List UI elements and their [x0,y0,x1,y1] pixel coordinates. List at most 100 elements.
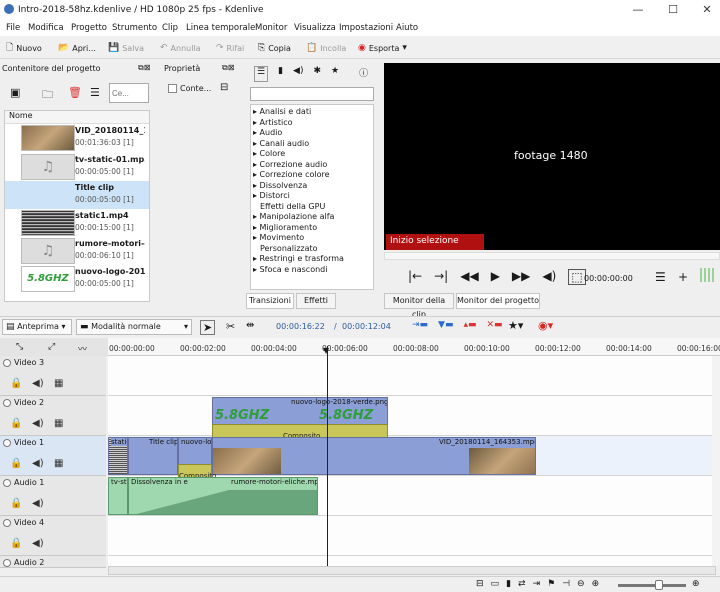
effect-category[interactable]: ▸ Movimento [253,233,304,242]
delete-icon[interactable]: 🗑 [68,86,82,99]
video-icon[interactable]: ▮ [278,66,283,82]
info-icon[interactable]: ⓘ [359,66,368,82]
effect-category[interactable]: ▸ Manipolazione alfa [253,212,334,221]
new-button[interactable]: 🗋 Nuovo [6,41,42,55]
view-mode-icon[interactable]: ▣ [10,86,20,99]
menu-progetto[interactable]: Progetto [71,23,107,33]
effect-category[interactable]: ▸ Analisi e dati [253,107,311,116]
select-tool-icon[interactable]: ➤ [200,320,216,335]
mute-icon[interactable]: ◀) [32,458,44,469]
lift-icon[interactable]: ✕▬ [487,320,503,330]
clip-vid[interactable]: VID_20180114_164353.mp4 [212,437,536,475]
track-active-toggle[interactable] [3,439,11,447]
zoom-out-icon[interactable]: ⊖ [577,579,585,589]
split-icon[interactable]: ⇥ [533,579,541,589]
clip-rumore-audio[interactable]: Dissolvenza in e rumore-motori-eliche.mp… [128,477,318,515]
render-button[interactable]: ◉ Esporta ▾ [358,41,407,55]
add-clip-icon[interactable]: 🗀 [42,86,53,105]
zoom-slider-handle[interactable] [655,580,663,590]
timeline-position[interactable]: 00:00:16:22 [276,322,325,331]
monitor-ruler[interactable] [384,252,720,260]
zoom-icon[interactable]: ⊕ [592,579,600,589]
properties-checkbox[interactable] [168,84,177,93]
bin-search-input[interactable] [109,83,149,103]
minimize-button[interactable]: — [628,3,648,17]
razor-tool-icon[interactable]: ✂ [226,320,235,333]
menu-linea-temporale[interactable]: Linea temporale [186,23,255,33]
track-header[interactable]: Video 4 🔒 ◀) [0,516,106,556]
tab-effects[interactable]: Effetti [296,293,336,309]
menu-clip[interactable]: Clip [162,23,178,33]
effects-search-input[interactable] [250,87,374,101]
track-active-toggle[interactable] [3,479,11,487]
track-header[interactable]: Video 2 🔒 ◀) ▦ [0,396,106,436]
set-zone-out-icon[interactable]: →| [434,269,448,285]
audio-thumbs-icon[interactable]: 〰 [78,342,87,355]
effect-category[interactable]: ▸ Audio [253,128,282,137]
copy-button[interactable]: ⎘ Copia [258,41,291,55]
tab-project-monitor[interactable]: Monitor del progetto [456,293,540,309]
list-item[interactable]: ♫ tv-static-01.mp3 00:00:05:00 [1] [7,153,145,181]
effect-category[interactable]: ▸ Correzione colore [253,170,330,179]
column-header[interactable]: Nome [5,111,149,124]
list-item[interactable]: ♫ rumore-motori-eliche...00:00:06:10 [1] [7,237,145,265]
menu-icon[interactable]: ☰ [90,86,100,99]
list-item[interactable]: VID_20180114_1...00:01:36:03 [1] [7,124,145,152]
menu-visualizza[interactable]: Visualizza [294,23,336,33]
effect-category[interactable]: ▸ Sfoca e nascondi [253,265,327,274]
track-header[interactable]: Audio 1 🔒 ◀) [0,476,106,516]
extract-icon[interactable]: ▴▬ [463,320,476,330]
clip-title[interactable]: Title clip [128,437,178,475]
forward-icon[interactable]: ▶▶ [512,269,530,285]
menu-monitor[interactable]: Monitor [255,23,287,33]
mute-icon[interactable]: ◀) [32,378,44,389]
monitor-screen[interactable]: footage 1480 Inizio selezione [384,63,720,250]
rewind-icon[interactable]: ◀◀ [460,269,478,285]
effect-category[interactable]: ▸ Canali audio [253,139,309,148]
menu-modifica[interactable]: Modifica [28,23,64,33]
tab-clip-monitor[interactable]: Monitor della clip [384,293,454,319]
effect-category[interactable]: ▸ Artistico [253,118,293,127]
track-header[interactable]: Audio 2 [0,556,106,568]
insert-icon[interactable]: ⇥▬ [412,320,428,330]
mixer-icon[interactable]: ▭ [491,579,500,589]
lock-icon[interactable]: 🔒 [10,538,22,549]
fit-zoom-icon[interactable]: ⤡ [16,342,23,352]
playhead-marker-icon[interactable]: ▼ [323,346,329,355]
zoom-in-icon[interactable]: ⊕ [692,579,700,589]
effect-category[interactable]: ▸ Dissolvenza [253,181,307,190]
timeline-horizontal-scrollbar[interactable] [108,566,716,575]
open-button[interactable]: 📂 Apri... [58,41,96,55]
monitor-menu-icon[interactable]: ☰ [655,270,666,284]
menu-impostazioni[interactable]: Impostazioni [339,23,393,33]
paste-button[interactable]: 📋 Incolla [306,41,346,55]
audio-icon[interactable]: ◀) [293,66,303,82]
record-audio-icon[interactable]: ◉▾ [538,319,553,332]
spacer-tool-icon[interactable]: ⇹ [246,320,254,331]
hide-icon[interactable]: ▦ [54,458,63,469]
mute-icon[interactable]: ◀) [32,498,44,509]
ripple-icon[interactable]: ⊣ [562,579,570,589]
list-item-selected[interactable]: Title clip 00:00:05:00 [1] [5,181,149,209]
effect-category[interactable]: ▸ Restringi e trasforma [253,254,344,263]
lock-icon[interactable]: 🔒 [10,458,22,469]
tab-transitions[interactable]: Transizioni [246,293,294,309]
thumb-icon[interactable]: ⊟ [476,579,484,589]
effect-category[interactable]: ▸ Colore [253,149,285,158]
maximize-button[interactable]: ☐ [663,3,683,17]
monitor-timecode[interactable]: 00:00:00:00 [584,274,633,283]
playhead[interactable] [327,346,328,568]
preview-select[interactable]: ▤ Anteprima ▾ [2,319,72,335]
track-active-toggle[interactable] [3,359,11,367]
marker-icon[interactable]: ⚑ [547,579,555,589]
save-button[interactable]: 💾 Salva [108,41,144,55]
effect-category[interactable]: Effetti della GPU [260,202,325,211]
set-zone-in-icon[interactable]: |← [408,269,422,285]
edit-mode-select[interactable]: ▬ Modalità normale ▾ [76,319,192,335]
timeline-vertical-scrollbar[interactable] [712,356,720,566]
effect-category[interactable]: ▸ Correzione audio [253,160,327,169]
add-marker-icon[interactable]: + [678,270,688,284]
undo-button[interactable]: ↶ Annulla [160,41,201,55]
menu-strumento[interactable]: Strumento [112,23,157,33]
list-icon[interactable]: ☰ [254,66,269,82]
